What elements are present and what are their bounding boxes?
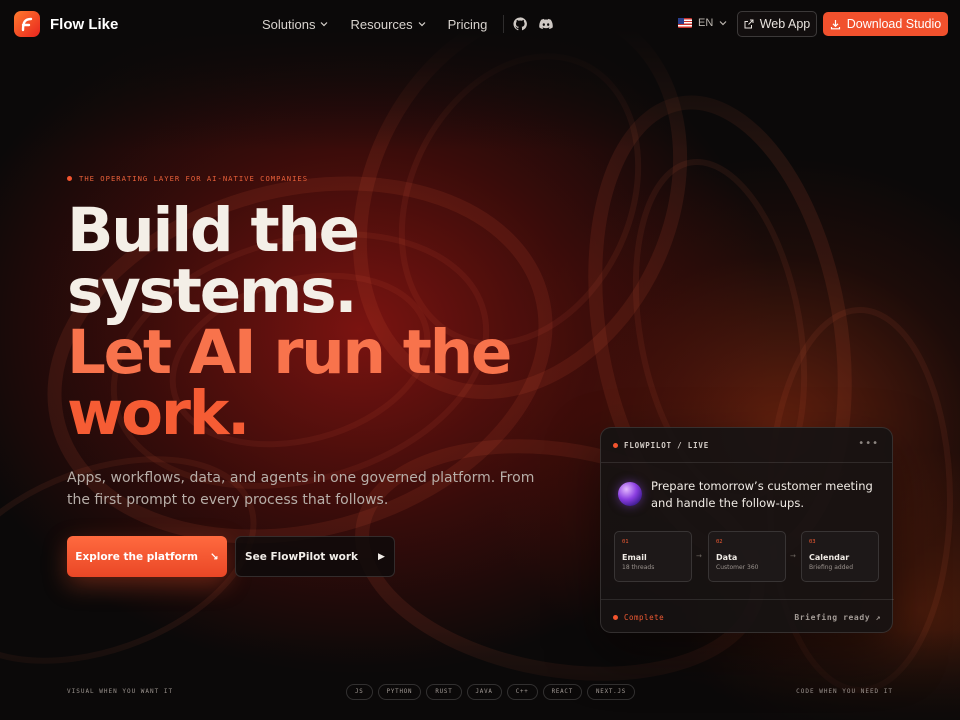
tech-pill-java[interactable]: JAVA: [466, 684, 502, 700]
arrow-down-right-icon: ↘: [209, 550, 219, 563]
tech-pill-cpp[interactable]: C++: [506, 684, 538, 700]
headline-line-3: Let AI run the: [67, 317, 512, 388]
step-meta: 18 threads: [622, 564, 655, 571]
explore-platform-label: Explore the platform: [75, 550, 198, 563]
step-name: Email: [622, 553, 647, 562]
menu-solutions[interactable]: Solutions: [262, 17, 328, 32]
github-icon[interactable]: [513, 17, 528, 31]
menu-pricing[interactable]: Pricing: [448, 17, 488, 32]
download-studio-button[interactable]: Download Studio: [823, 12, 948, 36]
step-calendar[interactable]: 03 Calendar Briefing added: [801, 531, 879, 582]
step-number: 03: [809, 539, 816, 545]
headline-line-2: systems.: [67, 256, 358, 327]
download-studio-label: Download Studio: [846, 17, 942, 31]
external-link-icon: [744, 19, 754, 29]
flowpilot-card: FLOWPILOT / LIVE ••• Prepare tomorrow’s …: [600, 427, 894, 634]
live-dot: [613, 442, 618, 448]
tech-pills: JS PYTHON RUST JAVA C++ REACT NEXT.JS: [346, 684, 636, 700]
card-footer: Complete Briefing ready ↗: [601, 599, 894, 634]
tech-pill-react[interactable]: REACT: [542, 684, 583, 700]
tech-pill-rust[interactable]: RUST: [426, 684, 462, 700]
chevron-down-icon: [719, 21, 727, 26]
menu-resources[interactable]: Resources: [350, 16, 426, 32]
step-name: Calendar: [809, 553, 850, 562]
status-dot: [613, 614, 618, 620]
tech-pill-python[interactable]: PYTHON: [377, 684, 422, 700]
headline-line-4: work.: [67, 378, 250, 449]
more-options-icon[interactable]: •••: [858, 438, 879, 449]
hero-headline: Build the systems. Let AI run the work.: [67, 195, 512, 449]
card-prompt: Prepare tomorrow’s customer meeting and …: [651, 479, 873, 510]
step-name: Data: [716, 553, 738, 562]
step-number: 01: [622, 539, 629, 545]
menu-resources-label: Resources: [350, 16, 413, 32]
code-label: CODE WHEN YOU NEED IT: [796, 688, 893, 695]
visual-label: VISUAL WHEN YOU WANT IT: [67, 688, 174, 695]
language-code: EN: [698, 17, 714, 29]
nav-divider: [503, 15, 505, 33]
step-meta: Briefing added: [809, 564, 854, 571]
flow-like-logo-icon: [14, 11, 40, 37]
see-flowpilot-button[interactable]: See FlowPilot work ▶: [235, 536, 395, 577]
step-number: 02: [716, 539, 723, 545]
headline-line-1: Build the: [67, 195, 360, 266]
see-flowpilot-label: See FlowPilot work: [245, 550, 359, 563]
step-email[interactable]: 01 Email 18 threads: [614, 531, 692, 582]
menu-pricing-label: Pricing: [447, 16, 488, 32]
menu-solutions-label: Solutions: [262, 16, 316, 32]
arrow-right-icon: →: [696, 552, 702, 560]
eyebrow-dot: [67, 176, 72, 181]
explore-platform-button[interactable]: Explore the platform ↘: [67, 536, 227, 577]
language-selector[interactable]: EN: [678, 17, 727, 29]
logo[interactable]: Flow Like: [14, 11, 118, 37]
status-text: Complete: [624, 612, 665, 622]
briefing-ready-link[interactable]: Briefing ready ↗: [794, 613, 881, 622]
ai-orb-icon: [618, 482, 642, 506]
step-data[interactable]: 02 Data Customer 360: [708, 531, 786, 582]
tech-pill-nextjs[interactable]: NEXT.JS: [587, 684, 636, 700]
play-icon: ▶: [378, 551, 385, 562]
hero-subtext: Apps, workflows, data, and agents in one…: [67, 470, 535, 508]
eyebrow: THE OPERATING LAYER FOR AI-NATIVE COMPAN…: [67, 174, 308, 183]
eyebrow-text: THE OPERATING LAYER FOR AI-NATIVE COMPAN…: [79, 174, 309, 183]
chevron-down-icon: [418, 22, 426, 27]
web-app-button[interactable]: Web App: [737, 11, 817, 37]
us-flag-icon: [678, 18, 692, 28]
main-menu: Solutions Resources Pricing: [262, 15, 565, 33]
web-app-label: Web App: [759, 17, 811, 31]
bottom-fade: [0, 630, 960, 720]
chevron-down-icon: [321, 22, 328, 27]
download-icon: [830, 19, 840, 29]
arrow-right-icon: →: [790, 552, 796, 560]
card-header: FLOWPILOT / LIVE •••: [601, 428, 892, 463]
brand-name: Flow Like: [50, 15, 119, 33]
card-title: FLOWPILOT / LIVE: [624, 440, 710, 450]
top-nav: Flow Like Solutions Resources Pricing EN…: [0, 0, 960, 48]
discord-icon[interactable]: [539, 17, 554, 31]
tech-pill-js[interactable]: JS: [346, 684, 373, 700]
step-meta: Customer 360: [716, 564, 759, 571]
